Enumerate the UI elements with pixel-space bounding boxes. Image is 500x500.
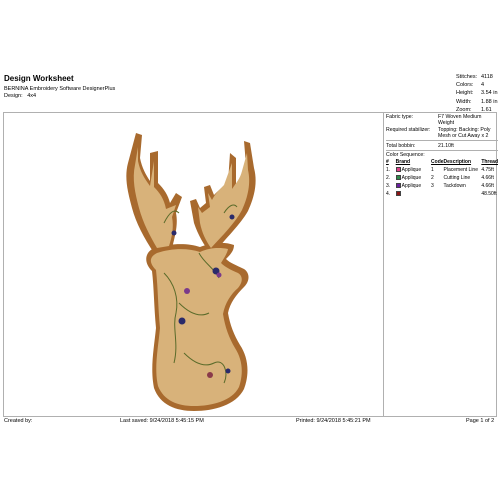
fabric-type-row: Fabric type: F7 Woven Medium Weight (386, 113, 498, 126)
stat-value: 4118 (481, 74, 493, 80)
stat-label: Height: (456, 90, 474, 97)
stat-value: 3.54 in (481, 90, 498, 97)
stabilizer-label: Required stabilizer: (386, 127, 431, 133)
fabric-type-value: F7 Woven Medium Weight (438, 114, 482, 126)
row-number: 3. (386, 183, 391, 189)
row-number: 1. (386, 167, 391, 173)
color-sequence-row: 1. Applique 1 Placement Line 4.75ft (386, 166, 498, 174)
color-sequence-row: 4. 48.50ft (386, 190, 498, 198)
color-swatch (395, 183, 401, 189)
col-header-number: # (386, 159, 389, 165)
footer-printed: Printed: 9/24/2018 5:45:21 PM (296, 418, 371, 424)
stat-row: Height: 3.54 in (456, 89, 500, 97)
table-header-row: # Brand Code Description Thread (386, 158, 498, 166)
col-header-code: Code (431, 159, 444, 165)
software-name: BERNINA Embroidery Software DesignerPlus (4, 86, 116, 92)
brand-text: Applique (401, 167, 422, 173)
row-number: 4. (386, 191, 391, 197)
color-swatch (395, 175, 401, 181)
row-brand (395, 190, 431, 198)
footer-created-by: Created by: (4, 418, 33, 424)
stat-label: Colors: (456, 82, 474, 89)
row-thread: 4.66ft (481, 175, 494, 181)
row-code (431, 190, 444, 198)
color-sequence-row: 3. Applique 3 Tackdown 4.66ft (386, 182, 498, 190)
col-header-brand: Brand (395, 159, 411, 165)
color-sequence-body: 1. Applique 1 Placement Line 4.75ft 2. Appliqu… (386, 166, 498, 198)
row-code: 2 (431, 175, 434, 181)
deer-head-embroidery-image (126, 133, 256, 411)
row-brand: Applique (395, 166, 431, 174)
row-brand: Applique (395, 174, 431, 182)
footer-page-number: Page 1 of 2 (466, 418, 495, 424)
color-sequence-table: # Brand Code Description Thread 1. Appliq… (386, 158, 498, 198)
row-description: Tackdown (443, 183, 466, 189)
footer-last-saved: Last saved: 9/24/2018 5:45:15 PM (120, 418, 204, 424)
row-description: Placement Line (443, 167, 478, 173)
design-preview (4, 113, 384, 416)
row-description (444, 190, 482, 198)
row-brand: Applique (395, 182, 431, 190)
stat-value: 1.88 in (481, 98, 498, 105)
info-separator (386, 150, 498, 151)
info-panel: Fabric type: F7 Woven Medium Weight Requ… (386, 113, 498, 198)
row-thread: 4.66ft (481, 183, 494, 189)
row-number: 2. (386, 175, 391, 181)
stat-value: 4 (481, 82, 485, 89)
row-thread: 4.75ft (481, 167, 494, 173)
row-code: 3 (431, 183, 434, 189)
stat-label: Width: (456, 98, 472, 105)
worksheet-title: Design Worksheet (4, 74, 74, 83)
color-swatch (395, 167, 401, 173)
row-thread: 48.50ft (481, 191, 497, 197)
info-separator (386, 140, 498, 141)
row-code: 1 (431, 167, 434, 173)
design-name: Design: 4x4 (4, 93, 36, 99)
column-divider (383, 113, 384, 416)
stat-label: Stitches: (456, 74, 478, 80)
color-sequence-row: 2. Applique 2 Cutting Line 4.66ft (386, 174, 498, 182)
design-stats: Stitches: 4118 Colors: 4 Height: 3.54 in Wi… (456, 73, 500, 114)
design-value: 4x4 (27, 93, 37, 99)
col-header-description: Description (443, 159, 472, 165)
brand-text: Applique (401, 183, 422, 189)
col-header-thread: Thread (481, 159, 498, 165)
fabric-type-label: Fabric type: (386, 114, 414, 120)
design-label: Design: (4, 93, 23, 99)
stat-row: Width: 1.88 in (456, 98, 500, 106)
bobbin-label: Total bobbin: (386, 143, 416, 149)
stat-row: Stitches: 4118 (456, 73, 500, 81)
bobbin-row: Total bobbin: 21.10ft (386, 142, 498, 149)
brand-text: Applique (401, 175, 422, 181)
worksheet-frame: Fabric type: F7 Woven Medium Weight Requ… (3, 112, 498, 417)
stat-row: Colors: 4 (456, 81, 500, 89)
row-description: Cutting Line (443, 175, 471, 181)
stabilizer-row: Required stabilizer: Topping: Backing: P… (386, 126, 498, 139)
bobbin-value: 21.10ft (438, 143, 454, 149)
color-swatch (395, 191, 401, 197)
stabilizer-value: Topping: Backing: Poly Mesh or Cut Away … (438, 127, 491, 139)
deer-fabric-fill (133, 147, 250, 406)
